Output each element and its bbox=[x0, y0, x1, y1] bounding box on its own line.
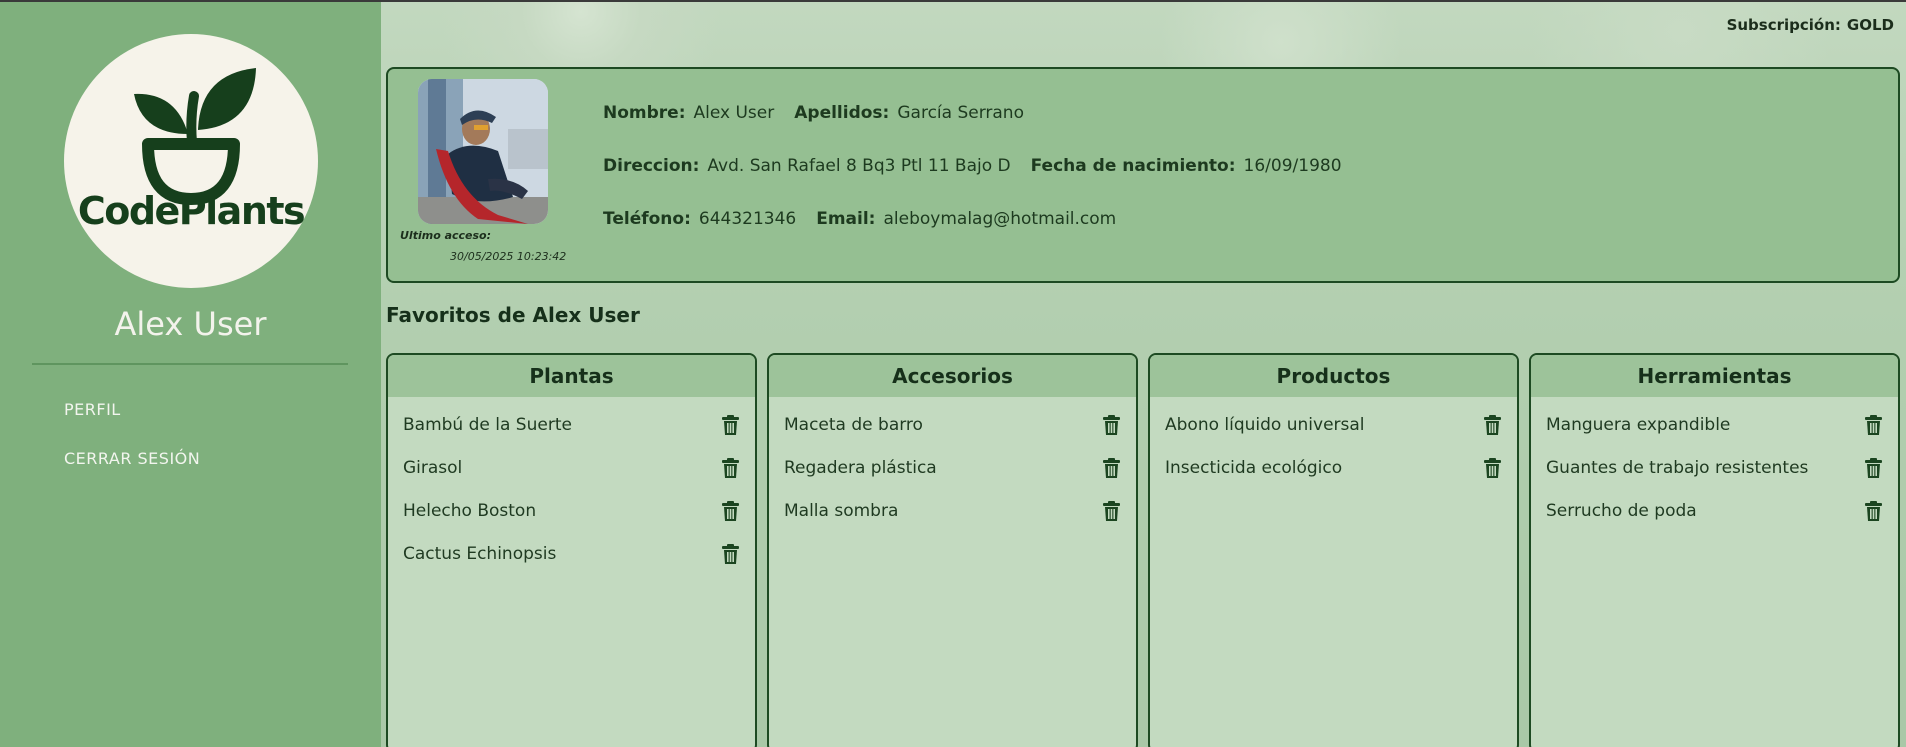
favorites-title: Favoritos de Alex User bbox=[386, 303, 640, 327]
trash-icon[interactable] bbox=[1103, 415, 1120, 435]
category-card-productos: Productos Abono líquido universal Insect… bbox=[1148, 353, 1519, 747]
subscription-status: Subscripción: GOLD bbox=[1727, 16, 1894, 34]
info-row-name: Nombre: Alex User Apellidos: García Serrano bbox=[603, 103, 1044, 123]
favorites-list: Maceta de barro Regadera plástica Malla … bbox=[769, 397, 1136, 533]
direccion-value: Avd. San Rafael 8 Bq3 Ptl 11 Bajo D bbox=[707, 156, 1011, 176]
nacimiento-label: Fecha de nacimiento: bbox=[1030, 156, 1236, 176]
trash-icon[interactable] bbox=[1484, 458, 1501, 478]
plant-pot-icon bbox=[134, 68, 256, 205]
list-item: Malla sombra bbox=[769, 490, 1136, 533]
category-card-herramientas: Herramientas Manguera expandible Guantes… bbox=[1529, 353, 1900, 747]
trash-icon[interactable] bbox=[722, 501, 739, 521]
list-item: Guantes de trabajo resistentes bbox=[1531, 447, 1898, 490]
info-row-address: Direccion: Avd. San Rafael 8 Bq3 Ptl 11 B… bbox=[603, 156, 1362, 176]
list-item: Insecticida ecológico bbox=[1150, 447, 1517, 490]
item-label: Serrucho de poda bbox=[1546, 501, 1697, 521]
list-item: Cactus Echinopsis bbox=[388, 533, 755, 576]
list-item: Bambú de la Suerte bbox=[388, 404, 755, 447]
trash-icon[interactable] bbox=[1865, 415, 1882, 435]
list-item: Regadera plástica bbox=[769, 447, 1136, 490]
email-label: Email: bbox=[816, 209, 876, 229]
trash-icon[interactable] bbox=[722, 415, 739, 435]
list-item: Manguera expandible bbox=[1531, 404, 1898, 447]
list-item: Helecho Boston bbox=[388, 490, 755, 533]
apellidos-label: Apellidos: bbox=[794, 103, 890, 123]
info-row-contact: Teléfono: 644321346 Email: aleboymalag@hotm… bbox=[603, 209, 1136, 229]
item-label: Malla sombra bbox=[784, 501, 899, 521]
favorites-list: Manguera expandible Guantes de trabajo r… bbox=[1531, 397, 1898, 533]
category-header: Herramientas bbox=[1531, 355, 1898, 397]
list-item: Girasol bbox=[388, 447, 755, 490]
trash-icon[interactable] bbox=[1103, 501, 1120, 521]
telefono-label: Teléfono: bbox=[603, 209, 691, 229]
subscription-label: Subscripción: bbox=[1726, 16, 1841, 34]
item-label: Helecho Boston bbox=[403, 501, 537, 521]
avatar-photo bbox=[418, 79, 548, 224]
nav-perfil-link[interactable]: PERFIL bbox=[64, 400, 200, 449]
trash-icon[interactable] bbox=[1865, 458, 1882, 478]
subscription-value: GOLD bbox=[1846, 16, 1894, 34]
brand-name: CodePlants bbox=[77, 189, 306, 233]
email-value: aleboymalag@hotmail.com bbox=[883, 209, 1117, 229]
nombre-value: Alex User bbox=[693, 103, 775, 123]
sidebar-nav: PERFIL CERRAR SESIÓN bbox=[64, 400, 200, 498]
trash-icon[interactable] bbox=[1484, 415, 1501, 435]
nacimiento-value: 16/09/1980 bbox=[1243, 156, 1342, 176]
profile-card: Ultimo acceso: 30/05/2025 10:23:42 Nombr… bbox=[386, 67, 1900, 283]
list-item: Maceta de barro bbox=[769, 404, 1136, 447]
favorites-list: Bambú de la Suerte Girasol Helecho Bosto… bbox=[388, 397, 755, 576]
item-label: Regadera plástica bbox=[784, 458, 937, 478]
item-label: Insecticida ecológico bbox=[1165, 458, 1343, 478]
item-label: Cactus Echinopsis bbox=[403, 544, 557, 564]
trash-icon[interactable] bbox=[722, 458, 739, 478]
window-top-border bbox=[0, 0, 1906, 2]
last-access-value: 30/05/2025 10:23:42 bbox=[450, 250, 567, 263]
category-header: Productos bbox=[1150, 355, 1517, 397]
favorites-list: Abono líquido universal Insecticida ecol… bbox=[1150, 397, 1517, 490]
category-card-accesorios: Accesorios Maceta de barro Regadera plás… bbox=[767, 353, 1138, 747]
category-card-plantas: Plantas Bambú de la Suerte Girasol Helec… bbox=[386, 353, 757, 747]
avatar bbox=[418, 79, 548, 224]
trash-icon[interactable] bbox=[722, 544, 739, 564]
nombre-label: Nombre: bbox=[603, 103, 686, 123]
category-header: Accesorios bbox=[769, 355, 1136, 397]
item-label: Maceta de barro bbox=[784, 415, 923, 435]
list-item: Abono líquido universal bbox=[1150, 404, 1517, 447]
direccion-label: Direccion: bbox=[603, 156, 700, 176]
category-header: Plantas bbox=[388, 355, 755, 397]
sidebar-username: Alex User bbox=[114, 305, 267, 343]
brand-logo[interactable]: CodePlants bbox=[64, 34, 318, 288]
list-item: Serrucho de poda bbox=[1531, 490, 1898, 533]
apellidos-value: García Serrano bbox=[897, 103, 1024, 123]
nav-logout-link[interactable]: CERRAR SESIÓN bbox=[64, 449, 200, 498]
item-label: Abono líquido universal bbox=[1165, 415, 1365, 435]
item-label: Bambú de la Suerte bbox=[403, 415, 572, 435]
sidebar-divider bbox=[32, 363, 348, 365]
item-label: Manguera expandible bbox=[1546, 415, 1731, 435]
telefono-value: 644321346 bbox=[698, 209, 797, 229]
trash-icon[interactable] bbox=[1865, 501, 1882, 521]
sidebar: CodePlants Alex User PERFIL CERRAR SESIÓ… bbox=[0, 2, 381, 747]
last-access-label: Ultimo acceso: bbox=[400, 229, 492, 242]
trash-icon[interactable] bbox=[1103, 458, 1120, 478]
item-label: Girasol bbox=[403, 458, 463, 478]
item-label: Guantes de trabajo resistentes bbox=[1546, 458, 1809, 478]
